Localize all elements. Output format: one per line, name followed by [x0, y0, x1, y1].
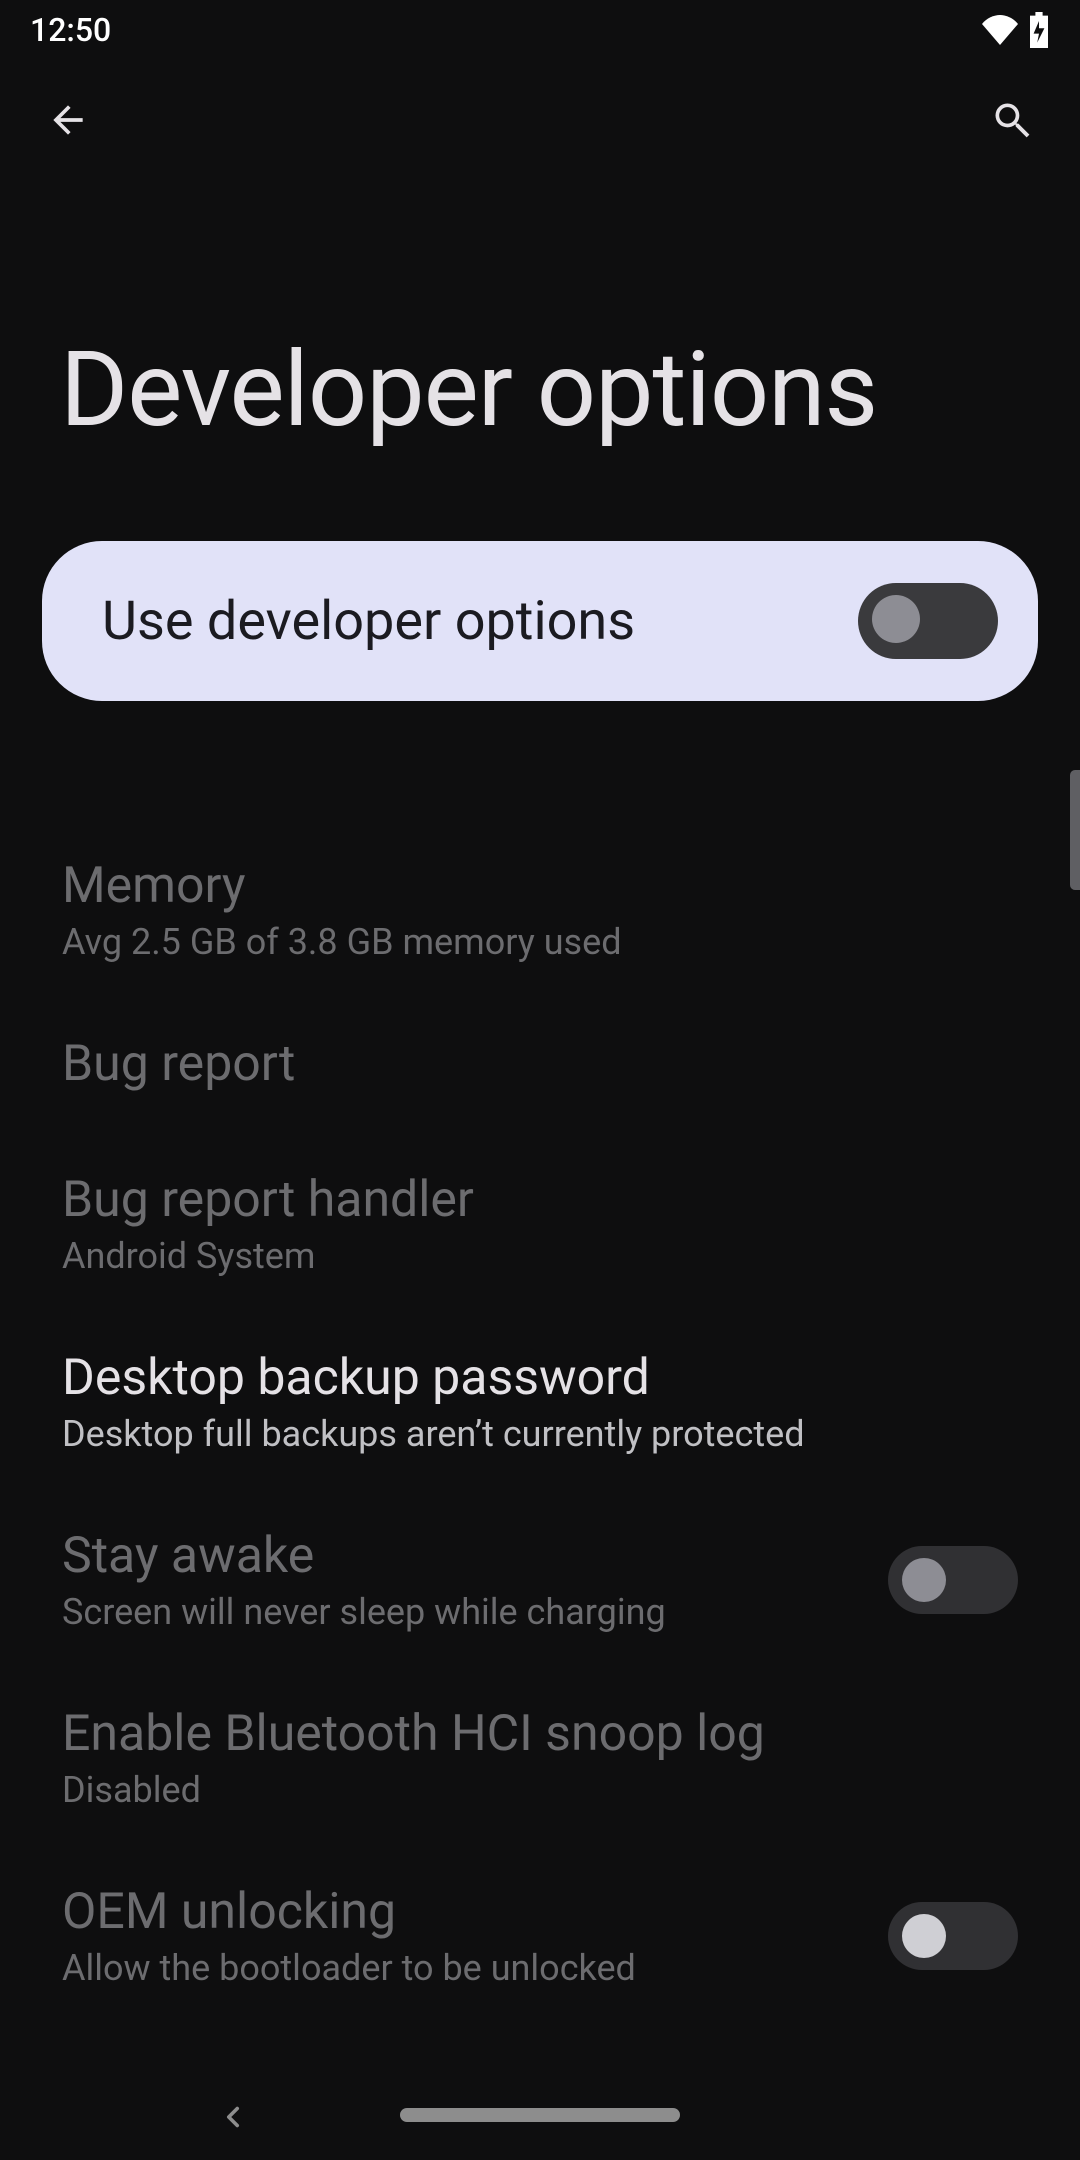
page-title: Developer options — [0, 180, 1080, 541]
item-sub: Avg 2.5 GB of 3.8 GB memory used — [62, 921, 1018, 963]
item-sub: Desktop full backups aren’t currently pr… — [62, 1413, 1018, 1455]
item-sub: Screen will never sleep while charging — [62, 1591, 888, 1633]
scrollbar-thumb[interactable] — [1070, 770, 1080, 890]
item-bt-hci-snoop[interactable]: Enable Bluetooth HCI snoop log Disabled — [42, 1669, 1038, 1847]
settings-list: Memory Avg 2.5 GB of 3.8 GB memory used … — [42, 701, 1038, 1989]
status-bar: 12:50 — [0, 0, 1080, 60]
item-title: Bug report handler — [62, 1171, 1018, 1229]
item-title: Memory — [62, 857, 1018, 915]
switch-thumb — [872, 595, 920, 643]
item-desktop-backup-password[interactable]: Desktop backup password Desktop full bac… — [42, 1313, 1038, 1491]
battery-icon — [1028, 12, 1050, 48]
item-title: OEM unlocking — [62, 1883, 888, 1941]
item-title: Stay awake — [62, 1527, 888, 1585]
status-time: 12:50 — [30, 11, 111, 49]
back-button[interactable] — [36, 88, 100, 152]
app-bar — [0, 60, 1080, 180]
item-sub: Allow the bootloader to be unlocked — [62, 1947, 888, 1989]
item-title: Enable Bluetooth HCI snoop log — [62, 1705, 1018, 1763]
use-developer-options-card[interactable]: Use developer options — [42, 541, 1038, 701]
item-stay-awake[interactable]: Stay awake Screen will never sleep while… — [42, 1491, 1038, 1669]
search-button[interactable] — [980, 88, 1044, 152]
use-developer-options-switch[interactable] — [858, 583, 998, 659]
item-title: Desktop backup password — [62, 1349, 1018, 1407]
nav-home-pill[interactable] — [400, 2108, 680, 2122]
content-scroll[interactable]: Use developer options Memory Avg 2.5 GB … — [0, 541, 1080, 1989]
item-memory[interactable]: Memory Avg 2.5 GB of 3.8 GB memory used — [42, 821, 1038, 999]
switch-thumb — [902, 1558, 946, 1602]
item-title: Bug report — [62, 1035, 1018, 1093]
use-developer-options-label: Use developer options — [102, 590, 858, 653]
wifi-icon — [982, 15, 1018, 45]
item-sub: Android System — [62, 1235, 1018, 1277]
item-bug-report-handler[interactable]: Bug report handler Android System — [42, 1135, 1038, 1313]
arrow-back-icon — [46, 98, 90, 142]
item-oem-unlocking[interactable]: OEM unlocking Allow the bootloader to be… — [42, 1847, 1038, 1989]
nav-back-icon[interactable] — [216, 2100, 250, 2134]
search-icon — [990, 98, 1034, 142]
switch-thumb — [902, 1914, 946, 1958]
item-bug-report[interactable]: Bug report — [42, 999, 1038, 1135]
system-nav-bar — [0, 2070, 1080, 2160]
oem-unlocking-switch[interactable] — [888, 1902, 1018, 1970]
stay-awake-switch[interactable] — [888, 1546, 1018, 1614]
item-sub: Disabled — [62, 1769, 1018, 1811]
